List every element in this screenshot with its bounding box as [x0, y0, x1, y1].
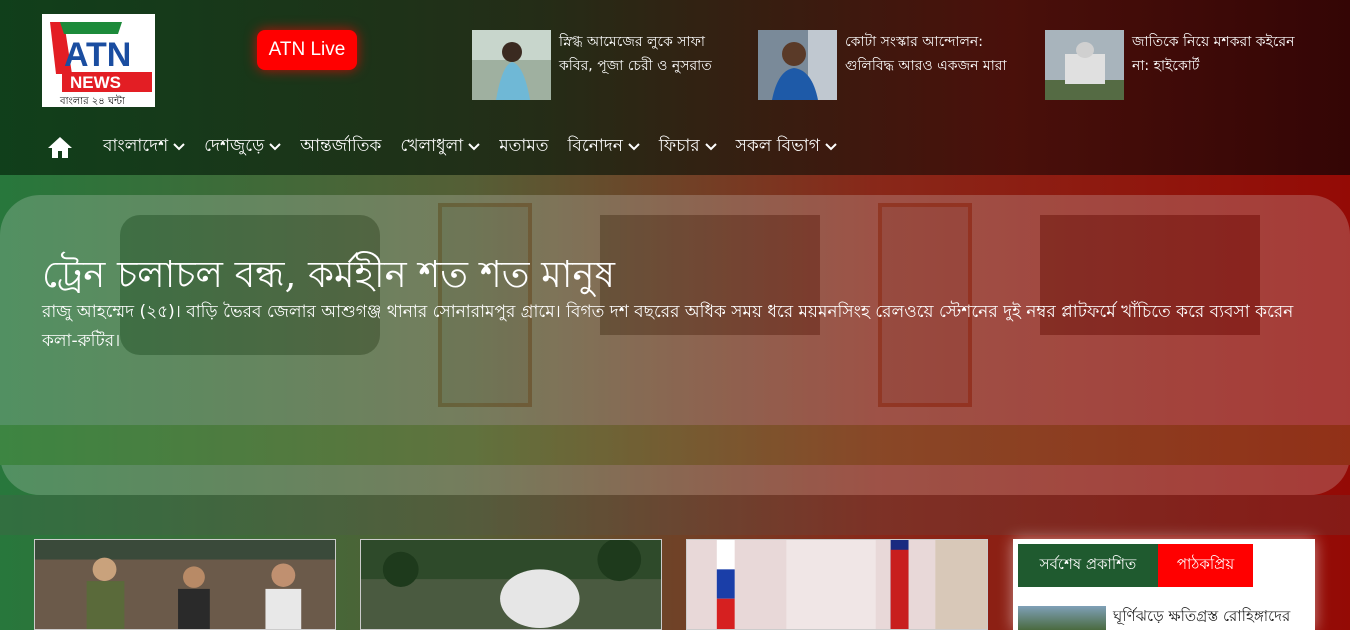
chevron-down-icon [468, 143, 480, 151]
latest-news-panel: সর্বশেষ প্রকাশিত পাঠকপ্রিয় ঘূর্ণিঝড়ে ক… [1013, 539, 1315, 630]
top-story-item[interactable]: জাতিকে নিয়ে মশকরা কইরেন না: হাইকোর্ট [1045, 30, 1307, 100]
nav-item-opinion[interactable]: মতামত [499, 133, 548, 161]
main-nav: বাংলাদেশ দেশজুড়ে আন্তর্জাতিক খেলাধুলা ম… [0, 120, 1350, 174]
top-story-thumbnail [1045, 30, 1124, 100]
nav-item-bangladesh[interactable]: বাংলাদেশ [103, 133, 185, 161]
nav-item-entertainment[interactable]: বিনোদন [568, 133, 640, 161]
news-card-image[interactable] [34, 539, 336, 630]
hero-lead: রাজু আহম্মেদ (২৫)। বাড়ি ভৈরব জেলার আশুগ… [42, 302, 1294, 351]
top-story-item[interactable]: স্নিগ্ধ আমেজের লুকে সাফা কবির, পূজা চেরী… [472, 30, 734, 100]
top-story-title[interactable]: স্নিগ্ধ আমেজের লুকে সাফা কবির, পূজা চেরী… [559, 30, 734, 100]
latest-item-thumbnail[interactable] [1018, 606, 1106, 630]
top-story-title[interactable]: কোটা সংস্কার আন্দোলন: গুলিবিদ্ধ আরও একজন… [845, 30, 1020, 100]
top-story-item[interactable]: কোটা সংস্কার আন্দোলন: গুলিবিদ্ধ আরও একজন… [758, 30, 1020, 100]
svg-text:ATN: ATN [64, 36, 131, 74]
news-card-image[interactable] [686, 539, 988, 630]
top-story-thumbnail [758, 30, 837, 100]
nav-item-international[interactable]: আন্তর্জাতিক [300, 133, 381, 161]
svg-text:বাংলার ২৪ ঘন্টা: বাংলার ২৪ ঘন্টা [59, 95, 126, 107]
svg-text:NEWS: NEWS [70, 73, 121, 92]
chevron-down-icon [269, 143, 281, 151]
news-card-image[interactable] [360, 539, 662, 630]
chevron-down-icon [173, 143, 185, 151]
top-story-title[interactable]: জাতিকে নিয়ে মশকরা কইরেন না: হাইকোর্ট [1132, 30, 1307, 100]
nav-item-deshjure[interactable]: দেশজুড়ে [204, 133, 281, 161]
nav-item-sports[interactable]: খেলাধুলা [400, 133, 480, 161]
latest-item-title[interactable]: ঘূর্ণিঝড়ে ক্ষতিগ্রস্ত রোহিঙ্গাদের [1113, 605, 1290, 630]
nav-item-feature[interactable]: ফিচার [659, 133, 717, 161]
chevron-down-icon [825, 143, 837, 151]
tab-popular[interactable]: পাঠকপ্রিয় [1158, 544, 1253, 587]
chevron-down-icon [628, 143, 640, 151]
tab-latest[interactable]: সর্বশেষ প্রকাশিত [1018, 544, 1158, 587]
home-icon[interactable] [47, 135, 73, 159]
chevron-down-icon [704, 143, 717, 151]
atn-live-button[interactable]: ATN Live [257, 30, 357, 70]
nav-item-all-sections[interactable]: সকল বিভাগ [736, 133, 837, 161]
top-story-thumbnail [472, 30, 551, 100]
atn-news-logo[interactable]: ATN NEWS বাংলার ২৪ ঘন্টা [42, 14, 155, 107]
